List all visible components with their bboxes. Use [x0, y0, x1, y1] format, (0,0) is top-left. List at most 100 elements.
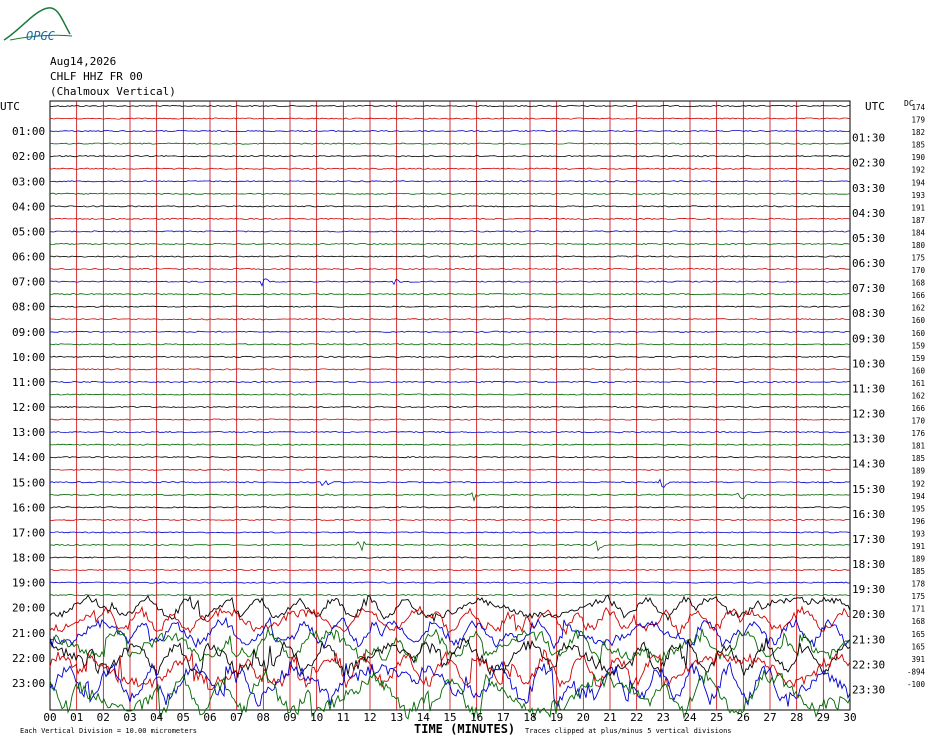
- dc-offset-label: 165: [911, 630, 925, 639]
- x-tick-label: 23: [657, 711, 670, 724]
- hour-label: 06:00: [12, 251, 45, 264]
- x-tick-label: 18: [523, 711, 536, 724]
- hour-label: 05:00: [12, 225, 45, 238]
- hour-label: 16:00: [12, 501, 45, 514]
- hour-label: 10:00: [12, 351, 45, 364]
- header-channel: CHLF HHZ FR 00: [50, 70, 143, 83]
- logo-text: OPGC: [26, 29, 56, 43]
- hour-label: 08:00: [12, 301, 45, 314]
- half-hour-label: 18:30: [852, 558, 885, 571]
- x-tick-label: 06: [203, 711, 216, 724]
- half-hour-label: 12:30: [852, 408, 885, 421]
- footer-division-note: Each Vertical Division = 10.00 micromete…: [20, 727, 197, 735]
- dc-offset-label: 184: [911, 228, 925, 237]
- hour-label: 13:00: [12, 426, 45, 439]
- dc-offset-label: 193: [911, 529, 925, 538]
- dc-offset-label: 162: [911, 392, 925, 401]
- hour-label: 22:00: [12, 652, 45, 665]
- x-tick-label: 02: [97, 711, 110, 724]
- dc-offset-label: 170: [911, 266, 925, 275]
- x-tick-label: 12: [363, 711, 376, 724]
- half-hour-label: 22:30: [852, 658, 885, 671]
- dc-offset-label: 175: [911, 254, 925, 263]
- utc-label-left: UTC: [0, 100, 20, 113]
- x-tick-label: 09: [283, 711, 296, 724]
- hour-label: 21:00: [12, 627, 45, 640]
- plot-grid: [49, 100, 851, 711]
- dc-offset-label: 194: [911, 178, 925, 187]
- x-tick-label: 24: [683, 711, 697, 724]
- hour-label: 01:00: [12, 125, 45, 138]
- dc-offset-label: 168: [911, 617, 925, 626]
- half-hour-label: 21:30: [852, 633, 885, 646]
- hour-label: 07:00: [12, 276, 45, 289]
- hour-label: 15:00: [12, 476, 45, 489]
- dc-offset-label: 182: [911, 128, 925, 137]
- dc-offset-label: 166: [911, 291, 925, 300]
- hour-label: 23:00: [12, 677, 45, 690]
- half-hour-label: 08:30: [852, 307, 885, 320]
- x-tick-label: 22: [630, 711, 643, 724]
- header-station: (Chalmoux Vertical): [50, 85, 176, 98]
- dc-offset-label: 168: [911, 279, 925, 288]
- dc-offset-label: 166: [911, 404, 925, 413]
- half-hour-label: 06:30: [852, 257, 885, 270]
- dc-offset-label: 178: [911, 580, 925, 589]
- x-tick-label: 28: [790, 711, 803, 724]
- half-hour-label: 04:30: [852, 207, 885, 220]
- dc-offset-label: 160: [911, 316, 925, 325]
- half-hour-label: 01:30: [852, 132, 885, 145]
- dc-offset-label: 181: [911, 442, 925, 451]
- hour-label: 20:00: [12, 602, 45, 615]
- half-hour-label: 19:30: [852, 583, 885, 596]
- x-tick-label: 00: [43, 711, 56, 724]
- dc-offset-label: 171: [911, 605, 925, 614]
- utc-label-right: UTC: [865, 100, 885, 113]
- dc-offset-label: 185: [911, 567, 925, 576]
- hour-label: 19:00: [12, 577, 45, 590]
- right-half-labels: 01:30 02:30 03:30 04:30 05:30 06:30 07:30 08:30…: [852, 132, 885, 697]
- header-date: Aug14,2026: [50, 55, 116, 68]
- dc-offset-label: 160: [911, 329, 925, 338]
- dc-offset-label: -100: [907, 680, 926, 689]
- x-tick-label: 03: [123, 711, 136, 724]
- hour-label: 11:00: [12, 376, 45, 389]
- dc-offset-label: 189: [911, 467, 925, 476]
- hour-label: 04:00: [12, 200, 45, 213]
- dc-offset-label: 180: [911, 241, 925, 250]
- dc-offset-label: 165: [911, 642, 925, 651]
- dc-offset-label: 192: [911, 479, 925, 488]
- footer-clip-note: Traces clipped at plus/minus 5 vertical …: [525, 727, 732, 735]
- x-tick-label: 26: [737, 711, 750, 724]
- hour-label: 14:00: [12, 451, 45, 464]
- x-tick-label: 13: [390, 711, 403, 724]
- half-hour-label: 10:30: [852, 357, 885, 370]
- half-hour-label: 16:30: [852, 508, 885, 521]
- x-tick-label: 10: [310, 711, 323, 724]
- dc-offset-label: 195: [911, 504, 925, 513]
- x-tick-label: 30: [843, 711, 856, 724]
- x-tick-label: 29: [817, 711, 830, 724]
- x-tick-label: 01: [70, 711, 83, 724]
- dc-offset-label: 193: [911, 191, 925, 200]
- dc-offset-label: 191: [911, 542, 925, 551]
- hour-label: 03:00: [12, 175, 45, 188]
- hour-label: 02:00: [12, 150, 45, 163]
- x-tick-label: 27: [763, 711, 776, 724]
- dc-offset-label: 194: [911, 492, 925, 501]
- dc-offset-label: 159: [911, 341, 925, 350]
- dc-offset-label: 196: [911, 517, 925, 526]
- half-hour-label: 14:30: [852, 458, 885, 471]
- hour-label: 12:00: [12, 401, 45, 414]
- half-hour-label: 20:30: [852, 608, 885, 621]
- x-tick-label: 21: [603, 711, 616, 724]
- opgc-logo: OPGC: [3, 7, 73, 43]
- dc-offset-label: 174: [911, 103, 925, 112]
- dc-offset-label: 170: [911, 417, 925, 426]
- dc-offset-label: 192: [911, 166, 925, 175]
- hour-label: 17:00: [12, 526, 45, 539]
- dc-offset-label: -894: [907, 667, 926, 676]
- half-hour-label: 15:30: [852, 483, 885, 496]
- dc-offset-label: 189: [911, 555, 925, 564]
- dc-offset-label: 160: [911, 366, 925, 375]
